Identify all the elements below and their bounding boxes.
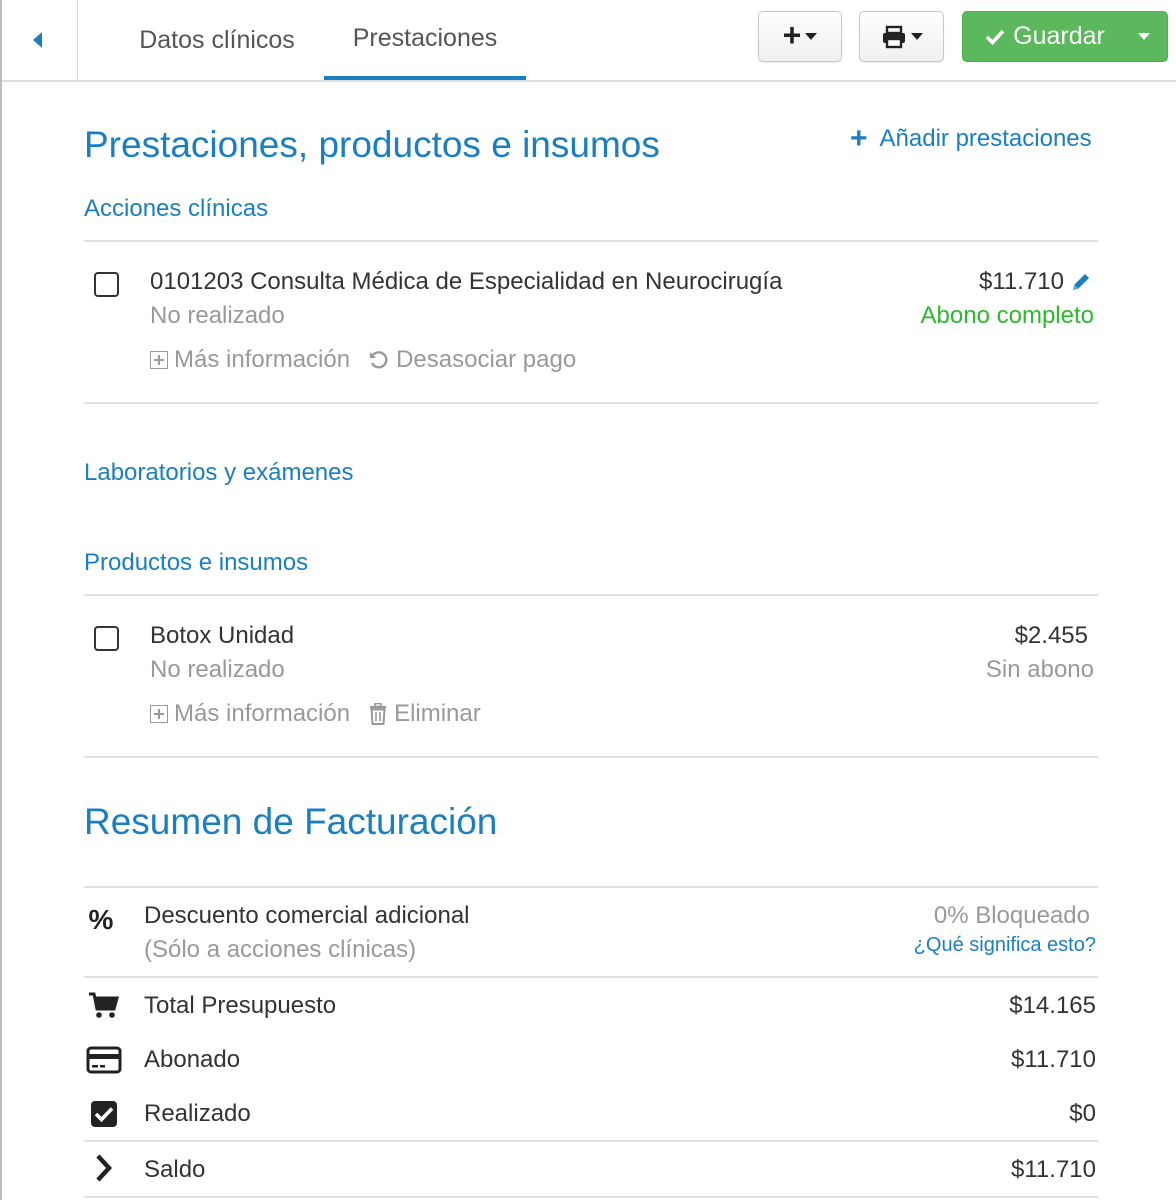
plus-square-icon <box>150 705 168 723</box>
print-dropdown-button[interactable] <box>859 11 944 62</box>
check-icon <box>985 29 1005 45</box>
plus-icon: + <box>850 122 868 155</box>
divider <box>84 756 1098 758</box>
billing-row-value: $11.710 <box>1011 1046 1096 1073</box>
add-dropdown-button[interactable]: + <box>758 11 842 62</box>
billing-row-label: Abonado <box>144 1046 241 1073</box>
discount-value: 0% Bloqueado <box>933 902 1090 929</box>
divider <box>84 240 1098 242</box>
billing-row-value: $11.710 <box>1011 1156 1096 1183</box>
item-status: No realizado <box>150 302 285 329</box>
undo-icon <box>370 351 388 369</box>
item-price: $11.710 <box>979 268 1092 296</box>
item-status: No realizado <box>150 656 285 683</box>
plus-icon: + <box>782 17 802 53</box>
divider <box>84 1140 1098 1142</box>
item-checkbox[interactable] <box>94 626 119 651</box>
discount-help-link[interactable]: ¿Qué significa esto? <box>914 934 1096 957</box>
back-button[interactable] <box>2 0 78 80</box>
caret-down-icon <box>805 33 818 40</box>
discount-label: Descuento comercial adicional <box>144 902 470 929</box>
caret-down-icon <box>910 33 923 40</box>
cart-icon <box>86 988 122 1024</box>
delete-link[interactable]: Eliminar <box>368 700 481 728</box>
item-price: $2.455 <box>1015 622 1088 650</box>
divider <box>84 1196 1098 1198</box>
divider <box>84 976 1098 978</box>
save-button-group: Guardar <box>962 11 1168 62</box>
chevron-right-icon <box>86 1150 122 1186</box>
divider <box>84 594 1098 596</box>
billing-row-label: Realizado <box>144 1100 251 1127</box>
more-info-label: Más información <box>174 346 351 373</box>
section-title-laboratorios: Laboratorios y exámenes <box>84 459 354 486</box>
pencil-icon[interactable] <box>1070 271 1092 293</box>
item-actions: Más información Desasociar pago <box>150 346 576 374</box>
unlink-payment-label: Desasociar pago <box>396 346 577 373</box>
divider <box>84 886 1098 888</box>
item-name: 0101203 Consulta Médica de Especialidad … <box>150 268 783 295</box>
page-title: Prestaciones, productos e insumos <box>84 124 660 165</box>
item-price-value: $2.455 <box>1014 622 1088 649</box>
save-button-label: Guardar <box>1013 22 1105 50</box>
checkbox-checked-icon <box>86 1096 122 1132</box>
add-prestaciones-label: Añadir prestaciones <box>879 125 1092 152</box>
billing-row-label: Saldo <box>144 1156 206 1183</box>
unlink-payment-link[interactable]: Desasociar pago <box>368 346 576 374</box>
section-title-acciones-clinicas: Acciones clínicas <box>84 195 269 222</box>
payment-status: Abono completo <box>920 302 1094 329</box>
billing-row-value: $14.165 <box>1009 992 1096 1019</box>
tab-datos-clinicos[interactable]: Datos clínicos <box>110 0 324 80</box>
discount-sublabel: (Sólo a acciones clínicas) <box>144 936 417 963</box>
section-title-productos: Productos e insumos <box>84 549 309 576</box>
tab-prestaciones[interactable]: Prestaciones <box>324 0 526 80</box>
save-options-button[interactable] <box>1121 12 1167 61</box>
billing-title: Resumen de Facturación <box>84 801 498 842</box>
page-frame: Datos clínicos Prestaciones + Guardar Pr… <box>0 0 1176 1200</box>
print-icon <box>882 25 905 48</box>
item-actions: Más información Eliminar <box>150 700 481 728</box>
billing-row-label: Total Presupuesto <box>144 992 337 1019</box>
item-price-value: $11.710 <box>979 268 1064 295</box>
caret-left-icon <box>33 32 42 48</box>
more-info-link[interactable]: Más información <box>150 700 350 728</box>
percent-icon: % <box>88 904 114 935</box>
payment-status: Sin abono <box>985 656 1094 683</box>
caret-down-icon <box>1138 33 1150 40</box>
credit-card-icon <box>86 1042 122 1078</box>
trash-icon <box>370 703 387 725</box>
more-info-label: Más información <box>174 700 351 727</box>
add-prestaciones-link[interactable]: + Añadir prestaciones <box>850 124 1092 154</box>
top-bar: Datos clínicos Prestaciones + Guardar <box>2 0 1176 82</box>
delete-label: Eliminar <box>394 700 481 727</box>
save-button[interactable]: Guardar <box>963 12 1121 61</box>
item-name: Botox Unidad <box>150 622 295 649</box>
divider <box>84 402 1098 404</box>
more-info-link[interactable]: Más información <box>150 346 350 374</box>
billing-row-value: $0 <box>1069 1100 1096 1127</box>
item-checkbox[interactable] <box>94 272 119 297</box>
plus-square-icon <box>150 351 168 369</box>
